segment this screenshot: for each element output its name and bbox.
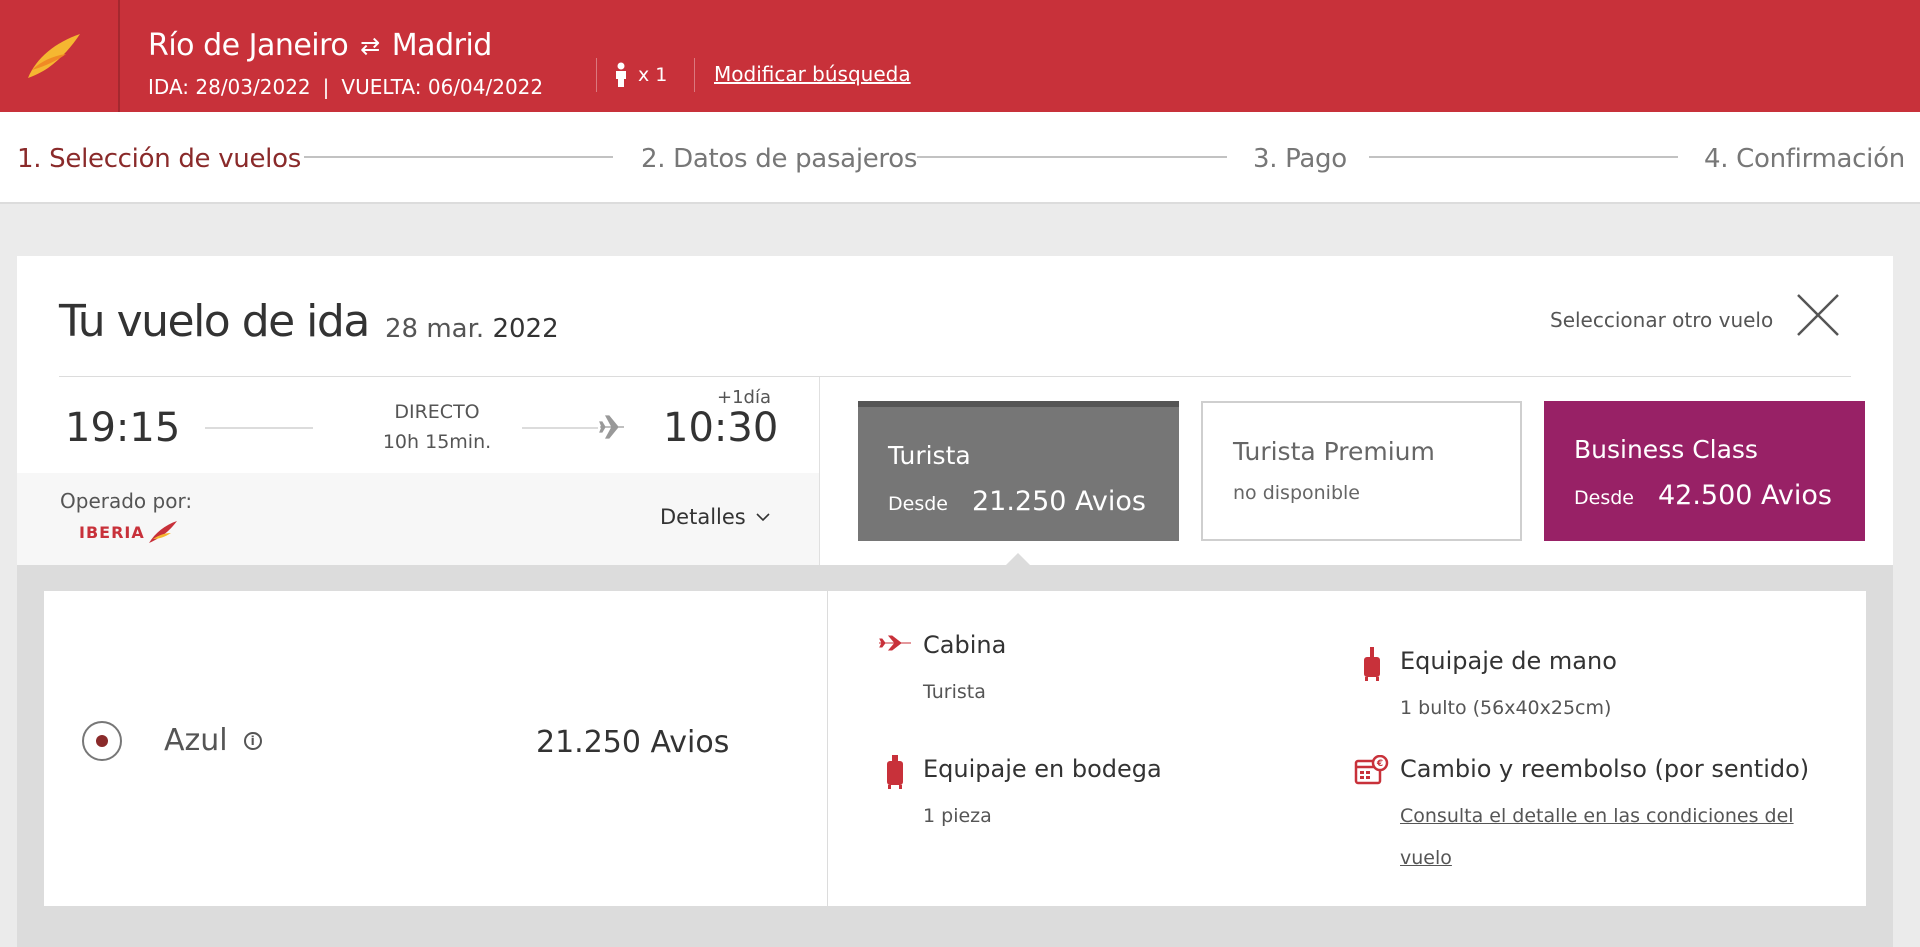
operated-by-label: Operado por: [60, 489, 193, 513]
route: Río de Janeiro ⇄ Madrid [148, 28, 492, 63]
passenger-icon [616, 62, 626, 87]
modify-search-link[interactable]: Modificar búsqueda [714, 62, 911, 86]
operator-block: Operado por: IBERIA Detalles [17, 473, 819, 565]
feature-cabin-title: Cabina [923, 631, 1007, 659]
flight-date-year: 2022 [492, 314, 559, 344]
step-payment: 3. Pago [1253, 144, 1347, 174]
operator-name: IBERIA [79, 522, 145, 542]
step-confirmation: 4. Confirmación [1704, 144, 1905, 174]
passenger-count: x 1 [614, 62, 667, 88]
flight-summary: 19:15 DIRECTO 10h 15min. +1día 10:30 Ope… [17, 377, 820, 565]
passenger-count-label: x 1 [638, 64, 668, 86]
flight-conditions-link[interactable]: Consulta el detalle en las condiciones d… [1400, 805, 1794, 827]
flight-type-label: DIRECTO [394, 401, 480, 423]
origin-city: Río de Janeiro [148, 28, 349, 63]
chevron-down-icon [756, 513, 770, 522]
iberia-logo-icon[interactable] [22, 28, 84, 84]
destination-city: Madrid [391, 28, 493, 63]
step-flight-selection: 1. Selección de vuelos [17, 144, 301, 174]
fare-business-price-row: Desde 42.500 Avios [1574, 480, 1835, 511]
cabin-plane-icon [879, 635, 911, 651]
header-separator [596, 58, 597, 92]
fare-turista-premium: Turista Premium no disponible [1201, 401, 1522, 541]
step-connector [917, 156, 1227, 158]
fare-business-from: Desde [1574, 487, 1634, 509]
fare-turista[interactable]: Turista Desde 21.250 Avios [858, 401, 1179, 541]
feature-hold-title: Equipaje en bodega [923, 755, 1162, 783]
hand-luggage-icon [1364, 647, 1380, 681]
fare-business[interactable]: Business Class Desde 42.500 Avios [1544, 401, 1865, 541]
svg-text:€: € [1376, 759, 1383, 769]
feature-hold-value: 1 pieza [923, 805, 992, 827]
header-divider [118, 0, 120, 112]
route-line [522, 427, 598, 429]
tariff-divider [827, 591, 828, 906]
flight-card-title: Tu vuelo de ida [59, 296, 370, 347]
outbound-date: IDA: 28/03/2022 [148, 75, 311, 99]
flight-date: 28 mar. 2022 [385, 314, 559, 344]
header-separator [694, 58, 695, 92]
step-passenger-data: 2. Datos de pasajeros [641, 144, 918, 174]
checked-luggage-icon [887, 755, 903, 789]
operator-logo: IBERIA [79, 519, 179, 545]
flight-date-day: 28 mar. [385, 314, 485, 344]
flight-type: DIRECTO 10h 15min. [347, 397, 527, 457]
tariff-detail: Azul i 21.250 Avios Cabina Turista Equip… [44, 591, 1866, 906]
step-connector [1369, 156, 1678, 158]
feature-change-title: Cambio y reembolso (por sentido) [1400, 755, 1810, 783]
flight-conditions-link-continued[interactable]: vuelo [1400, 847, 1452, 869]
flight-duration: 10h 15min. [382, 431, 492, 453]
fare-premium-name: Turista Premium [1233, 437, 1435, 466]
arrival-time: 10:30 [663, 405, 779, 451]
fare-business-price: 42.500 Avios [1657, 480, 1832, 511]
feature-cabin-value: Turista [923, 681, 986, 703]
fare-turista-name: Turista [888, 441, 971, 470]
return-date: VUELTA: 06/04/2022 [341, 75, 544, 99]
fare-turista-price-row: Desde 21.250 Avios [888, 486, 1149, 517]
header-bar: Río de Janeiro ⇄ Madrid IDA: 28/03/2022 … [0, 0, 1920, 112]
route-line [205, 427, 313, 429]
feature-hand-value: 1 bulto (56x40x25cm) [1400, 697, 1612, 719]
tariff-panel: Azul i 21.250 Avios Cabina Turista Equip… [17, 565, 1893, 947]
fare-premium-status: no disponible [1233, 482, 1360, 504]
fare-business-name: Business Class [1574, 435, 1758, 464]
trip-dates: IDA: 28/03/2022 | VUELTA: 06/04/2022 [148, 75, 543, 99]
select-other-flight-link[interactable]: Seleccionar otro vuelo [1550, 308, 1773, 332]
tariff-name-row: Azul i [164, 723, 262, 758]
airplane-icon [599, 415, 624, 439]
feature-hand-title: Equipaje de mano [1400, 647, 1617, 675]
date-separator: | [322, 75, 330, 99]
fare-premium-status-row: no disponible [1233, 482, 1490, 504]
fare-turista-price: 21.250 Avios [971, 486, 1146, 517]
departure-time: 19:15 [65, 405, 181, 451]
iberia-wing-icon [148, 521, 177, 543]
tariff-name: Azul [164, 723, 228, 758]
tariff-radio[interactable] [82, 721, 122, 761]
fare-turista-from: Desde [888, 493, 948, 515]
progress-steps: 1. Selección de vuelos 2. Datos de pasaj… [0, 112, 1920, 204]
step-connector [304, 156, 613, 158]
flight-card: Tu vuelo de ida 28 mar. 2022 Seleccionar… [17, 256, 1893, 947]
details-toggle[interactable]: Detalles [660, 505, 770, 529]
swap-arrows-icon: ⇄ [360, 31, 380, 60]
info-icon[interactable]: i [243, 731, 262, 750]
calendar-refund-icon: € [1354, 755, 1389, 785]
close-icon[interactable] [1795, 292, 1841, 338]
tariff-price: 21.250 Avios [536, 725, 730, 760]
feature-change-conditions: Consulta el detalle en las condiciones d… [1400, 795, 1794, 879]
details-label: Detalles [660, 505, 746, 529]
